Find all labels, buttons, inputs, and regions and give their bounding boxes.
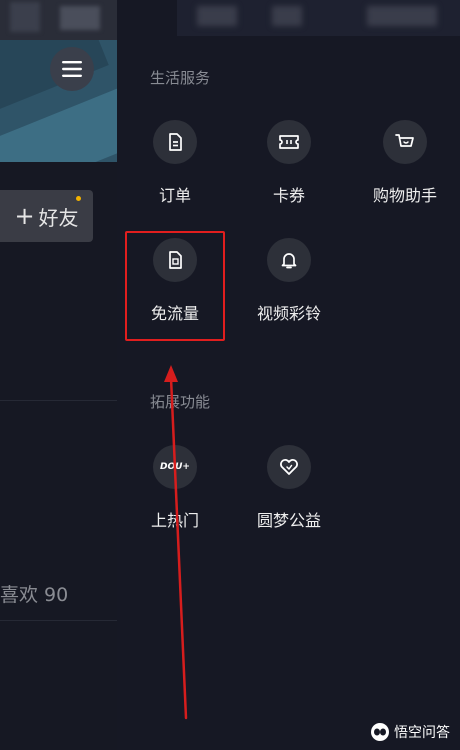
item-label: 视频彩铃: [256, 304, 321, 323]
dou-plus-icon: DOU+: [160, 462, 190, 472]
watermark-text: 悟空问答: [394, 725, 450, 741]
profile-page-background: + 好友 喜欢 90: [0, 0, 117, 750]
likes-count: 喜欢 90: [0, 584, 69, 606]
blurred-header: [177, 0, 460, 36]
section-title-life-services: 生活服务: [150, 69, 211, 87]
blurred-header: [0, 0, 117, 40]
item-label: 上热门: [150, 511, 199, 530]
charity-item[interactable]: 圆梦公益: [239, 445, 339, 555]
bell-icon: [281, 253, 297, 269]
document-icon: [169, 133, 182, 151]
notification-dot: [76, 196, 81, 201]
video-ringtone-item[interactable]: 视频彩铃: [239, 238, 339, 348]
item-label: 卡券: [272, 186, 305, 205]
divider: [0, 620, 117, 621]
heart-icon: [280, 459, 298, 475]
hamburger-icon: [62, 61, 82, 77]
divider: [0, 400, 117, 401]
coupons-item[interactable]: 卡券: [239, 120, 339, 230]
add-friend-label: 好友: [38, 205, 79, 230]
item-label: 圆梦公益: [256, 511, 321, 530]
side-drawer: 生活服务 订单 卡券 购物助手 免流量 视频彩铃 拓展功能 DOU+ 上热门 圆…: [117, 0, 460, 750]
plus-icon: +: [14, 202, 35, 230]
item-label: 订单: [158, 186, 191, 205]
section-title-extensions: 拓展功能: [150, 393, 211, 411]
highlight-box: [125, 231, 225, 341]
orders-item[interactable]: 订单: [125, 120, 225, 230]
cart-icon: [395, 134, 414, 147]
watermark: 悟空问答: [371, 722, 450, 742]
wukong-logo-icon: [371, 723, 389, 741]
ticket-icon: [279, 135, 299, 149]
menu-button[interactable]: [50, 47, 94, 91]
trending-item[interactable]: DOU+ 上热门: [125, 445, 225, 555]
shopping-assistant-item[interactable]: 购物助手: [355, 120, 455, 230]
item-label: 购物助手: [372, 186, 437, 205]
